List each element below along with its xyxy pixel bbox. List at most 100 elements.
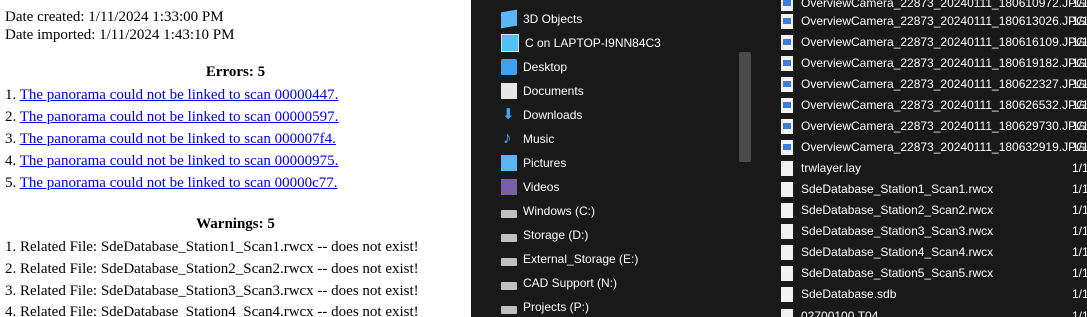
nav-item-projects-p[interactable]: Projects (P:) bbox=[501, 297, 589, 317]
nav-item-label: Videos bbox=[523, 180, 560, 194]
file-list: OverviewCamera_22873_20240111_180610972.… bbox=[757, 0, 1087, 317]
documents-icon bbox=[501, 83, 517, 99]
file-date: 1/1 bbox=[1072, 266, 1087, 280]
file-date: 1/1 bbox=[1072, 287, 1087, 301]
nav-item-label: C on LAPTOP-I9NN84C3 bbox=[525, 36, 661, 50]
date-created: Date created: 1/11/2024 1:33:00 PM bbox=[5, 9, 224, 25]
file-icon bbox=[781, 202, 793, 218]
file-row[interactable]: SdeDatabase_Station4_Scan4.rwcx bbox=[781, 242, 993, 262]
nav-item-downloads[interactable]: Downloads bbox=[501, 105, 582, 125]
import-report-pane: Date created: 1/11/2024 1:33:00 PM Date … bbox=[0, 0, 471, 317]
errors-heading: Errors: 5 bbox=[205, 64, 266, 80]
file-icon bbox=[781, 223, 793, 239]
file-row[interactable]: 02700100.T04 bbox=[781, 306, 878, 317]
nav-item-videos[interactable]: Videos bbox=[501, 177, 559, 197]
nav-item-external-storage-e[interactable]: External_Storage (E:) bbox=[501, 249, 638, 269]
nav-item-storage-d[interactable]: Storage (D:) bbox=[501, 225, 588, 245]
error-link[interactable]: The panorama could not be linked to scan… bbox=[20, 87, 339, 103]
nav-item-3d-objects[interactable]: 3D Objects bbox=[501, 9, 582, 29]
file-row[interactable]: SdeDatabase.sdb bbox=[781, 284, 896, 304]
nav-item-label: Storage (D:) bbox=[523, 228, 589, 242]
error-item: 5. The panorama could not be linked to s… bbox=[5, 175, 338, 192]
file-name: OverviewCamera_22873_20240111_180632919.… bbox=[801, 140, 1086, 154]
image-file-icon bbox=[781, 139, 793, 155]
file-row[interactable]: SdeDatabase_Station5_Scan5.rwcx bbox=[781, 263, 993, 283]
file-row[interactable]: OverviewCamera_22873_20240111_180632919.… bbox=[781, 137, 1085, 157]
image-file-icon bbox=[781, 55, 793, 71]
image-file-icon bbox=[781, 34, 793, 50]
file-row[interactable]: OverviewCamera_22873_20240111_180629730.… bbox=[781, 116, 1085, 136]
file-date: 1/1 bbox=[1072, 14, 1087, 28]
network-drive-icon bbox=[501, 34, 519, 52]
file-date: 1/1 bbox=[1072, 309, 1087, 317]
nav-item-music[interactable]: Music bbox=[501, 128, 554, 149]
drive-icon bbox=[501, 234, 517, 242]
nav-item-desktop[interactable]: Desktop bbox=[501, 57, 567, 77]
image-file-icon bbox=[781, 13, 793, 29]
file-name: SdeDatabase_Station1_Scan1.rwcx bbox=[801, 182, 994, 196]
error-number: 2. bbox=[5, 109, 17, 125]
file-date: 1/1 bbox=[1072, 98, 1087, 112]
navigation-pane: 3D Objects C on LAPTOP-I9NN84C3 Desktop … bbox=[471, 0, 757, 317]
nav-item-windows-c[interactable]: Windows (C:) bbox=[501, 201, 595, 221]
error-number: 4. bbox=[5, 153, 17, 169]
error-link[interactable]: The panorama could not be linked to scan… bbox=[20, 109, 339, 125]
image-file-icon bbox=[781, 118, 793, 134]
file-name: SdeDatabase_Station5_Scan5.rwcx bbox=[801, 266, 994, 280]
error-item: 2. The panorama could not be linked to s… bbox=[5, 109, 338, 126]
file-row[interactable]: OverviewCamera_22873_20240111_180619182.… bbox=[781, 53, 1085, 73]
file-row[interactable]: trwlayer.lay bbox=[781, 158, 861, 178]
file-date: 1/1 bbox=[1072, 56, 1087, 70]
file-icon bbox=[781, 286, 793, 302]
file-icon bbox=[781, 308, 793, 317]
warnings-heading: Warnings: 5 bbox=[196, 216, 275, 232]
file-date: 1/1 bbox=[1072, 35, 1087, 49]
error-number: 1. bbox=[5, 87, 17, 103]
file-date: 1/1 bbox=[1072, 77, 1087, 91]
error-item: 4. The panorama could not be linked to s… bbox=[5, 153, 338, 170]
file-name: OverviewCamera_22873_20240111_180616109.… bbox=[801, 35, 1086, 49]
file-name: OverviewCamera_22873_20240111_180629730.… bbox=[801, 119, 1086, 133]
nav-item-network-drive[interactable]: C on LAPTOP-I9NN84C3 bbox=[501, 33, 661, 53]
file-name: OverviewCamera_22873_20240111_180626532.… bbox=[801, 98, 1086, 112]
navigation-scrollbar[interactable] bbox=[739, 52, 751, 162]
error-link[interactable]: The panorama could not be linked to scan… bbox=[20, 153, 339, 169]
file-row[interactable]: OverviewCamera_22873_20240111_180622327.… bbox=[781, 74, 1085, 94]
nav-item-label: External_Storage (E:) bbox=[523, 252, 639, 266]
nav-item-label: Desktop bbox=[523, 60, 568, 74]
downloads-icon bbox=[501, 105, 517, 123]
file-name: SdeDatabase_Station4_Scan4.rwcx bbox=[801, 245, 994, 259]
drive-icon bbox=[501, 210, 517, 218]
error-item: 1. The panorama could not be linked to s… bbox=[5, 87, 338, 104]
file-row[interactable]: SdeDatabase_Station3_Scan3.rwcx bbox=[781, 221, 993, 241]
file-icon bbox=[781, 160, 793, 176]
error-item: 3. The panorama could not be linked to s… bbox=[5, 131, 336, 148]
file-name: OverviewCamera_22873_20240111_180619182.… bbox=[801, 56, 1086, 70]
nav-item-documents[interactable]: Documents bbox=[501, 81, 584, 101]
file-date: 1/1 bbox=[1072, 182, 1087, 196]
nav-item-label: CAD Support (N:) bbox=[523, 276, 618, 290]
file-explorer-window: 3D Objects C on LAPTOP-I9NN84C3 Desktop … bbox=[471, 0, 1087, 317]
nav-item-label: Documents bbox=[523, 84, 584, 98]
file-row[interactable]: OverviewCamera_22873_20240111_180626532.… bbox=[781, 95, 1085, 115]
error-link[interactable]: The panorama could not be linked to scan… bbox=[20, 175, 338, 191]
file-date: 1/1 bbox=[1072, 224, 1087, 238]
desktop-folder-icon bbox=[501, 59, 517, 75]
file-date: 1/1 bbox=[1072, 203, 1087, 217]
file-row[interactable]: SdeDatabase_Station1_Scan1.rwcx bbox=[781, 179, 993, 199]
file-date: 1/1 bbox=[1072, 119, 1087, 133]
file-icon bbox=[781, 181, 793, 197]
file-name: 02700100.T04 bbox=[801, 309, 879, 317]
nav-item-label: 3D Objects bbox=[523, 12, 583, 26]
error-link[interactable]: The panorama could not be linked to scan… bbox=[20, 131, 336, 147]
file-name: SdeDatabase_Station2_Scan2.rwcx bbox=[801, 203, 994, 217]
3d-objects-icon bbox=[501, 9, 517, 29]
nav-item-pictures[interactable]: Pictures bbox=[501, 153, 566, 173]
file-row[interactable]: SdeDatabase_Station2_Scan2.rwcx bbox=[781, 200, 993, 220]
file-row[interactable]: OverviewCamera_22873_20240111_180616109.… bbox=[781, 32, 1085, 52]
nav-item-cad-support-n[interactable]: CAD Support (N:) bbox=[501, 273, 617, 293]
music-icon bbox=[501, 128, 517, 148]
file-name: OverviewCamera_22873_20240111_180622327.… bbox=[801, 77, 1086, 91]
file-row[interactable]: OverviewCamera_22873_20240111_180613026.… bbox=[781, 11, 1085, 31]
drive-icon bbox=[501, 306, 517, 314]
